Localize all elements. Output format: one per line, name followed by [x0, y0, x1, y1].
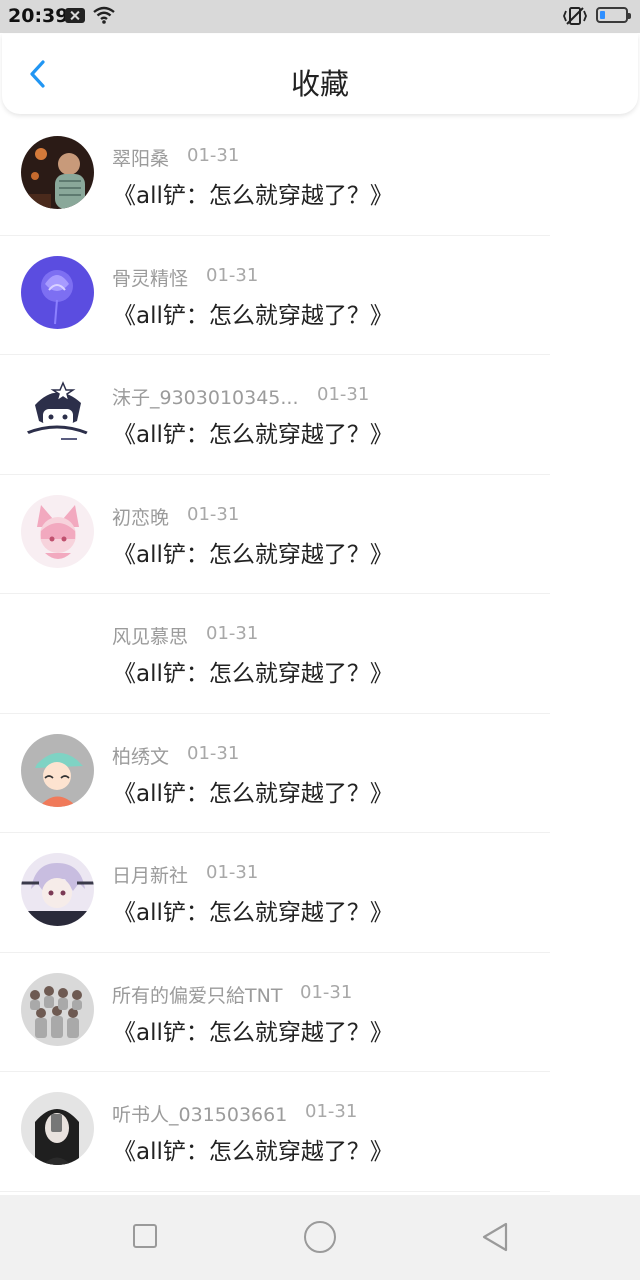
system-nav-bar: [0, 1195, 640, 1280]
book-title[interactable]: 《all铲：怎么就穿越了？》: [113, 535, 393, 569]
favorite-time: 01-31: [206, 623, 259, 644]
user-name: 骨灵精怪: [112, 267, 189, 290]
user-name: 初恋晚: [112, 506, 170, 529]
favorite-item[interactable]: 沫子_9303010345... 01-31 《all铲：怎么就穿越了？》: [0, 355, 640, 475]
vibrate-icon: [563, 7, 587, 25]
back-icon[interactable]: [480, 1221, 510, 1253]
avatar[interactable]: [21, 1092, 94, 1165]
user-name: 日月新社: [112, 865, 189, 887]
divider: [0, 1190, 550, 1192]
favorite-time: 01-31: [187, 742, 240, 764]
avatar[interactable]: [21, 375, 94, 448]
home-icon[interactable]: [304, 1221, 336, 1253]
favorite-item[interactable]: 翠阳桑 01-31 《all铲：怎么就穿越了？》: [0, 116, 640, 236]
favorite-item[interactable]: 风见慕思 01-31 《all铲：怎么就穿越了？》: [0, 594, 640, 714]
avatar[interactable]: [21, 255, 94, 329]
status-time: 20:39: [8, 5, 69, 27]
book-title[interactable]: 《all铲：怎么就穿越了？》: [113, 774, 393, 808]
favorite-item[interactable]: 初恋晚 01-31 《all铲：怎么就穿越了？》: [0, 475, 640, 594]
avatar[interactable]: [21, 972, 94, 1046]
favorite-time: 01-31: [317, 384, 370, 405]
favorite-item[interactable]: 骨灵精怪 01-31 《all铲：怎么就穿越了？》: [0, 236, 640, 355]
user-name: 所有的偏爱只給TNT: [112, 984, 283, 1007]
favorite-time: 01-31: [300, 981, 353, 1003]
avatar[interactable]: [21, 614, 94, 687]
header: 收藏: [2, 34, 638, 114]
favorite-time: 01-31: [187, 145, 240, 166]
favorite-item[interactable]: 日月新社 01-31 《all铲：怎么就穿越了？》: [0, 833, 640, 953]
page-title: 收藏: [290, 67, 349, 101]
wifi-icon: [93, 6, 115, 24]
user-name: 翠阳桑: [112, 148, 170, 170]
book-title[interactable]: 《all铲：怎么就穿越了？》: [113, 176, 393, 210]
favorite-item[interactable]: 听书人_031503661 01-31 《all铲：怎么就穿越了？》: [0, 1072, 640, 1192]
avatar[interactable]: [21, 733, 94, 807]
book-title[interactable]: 《all铲：怎么就穿越了？》: [113, 415, 393, 449]
avatar[interactable]: [21, 136, 94, 209]
book-title[interactable]: 《all铲：怎么就穿越了？》: [113, 893, 393, 927]
user-name: 柏绣文: [112, 745, 170, 768]
favorite-item[interactable]: 柏绣文 01-31 《all铲：怎么就穿越了？》: [0, 714, 640, 833]
battery-level: [600, 11, 605, 19]
user-name: 沫子_9303010345...: [112, 387, 299, 409]
book-title[interactable]: 《all铲：怎么就穿越了？》: [113, 296, 393, 330]
book-title[interactable]: 《all铲：怎么就穿越了？》: [113, 1132, 393, 1166]
status-bar: 20:39: [0, 0, 640, 33]
battery-icon: [596, 7, 631, 23]
favorite-time: 01-31: [206, 264, 259, 286]
favorite-time: 01-31: [305, 1101, 358, 1122]
favorite-time: 01-31: [206, 862, 259, 883]
book-title[interactable]: 《all铲：怎么就穿越了？》: [113, 1013, 393, 1047]
avatar[interactable]: [21, 853, 94, 926]
avatar[interactable]: [21, 494, 94, 568]
user-name: 风见慕思: [112, 626, 189, 648]
favorite-time: 01-31: [187, 503, 240, 525]
notification-x-icon: [65, 8, 85, 23]
favorite-item[interactable]: 所有的偏爱只給TNT 01-31 《all铲：怎么就穿越了？》: [0, 953, 640, 1072]
user-name: 听书人_031503661: [112, 1104, 288, 1126]
favorites-list: 翠阳桑 01-31 《all铲：怎么就穿越了？》 骨灵精怪 01-31 《all铲：怎么就…: [0, 116, 640, 1192]
recent-apps-icon[interactable]: [133, 1224, 157, 1248]
book-title[interactable]: 《all铲：怎么就穿越了？》: [113, 654, 393, 688]
